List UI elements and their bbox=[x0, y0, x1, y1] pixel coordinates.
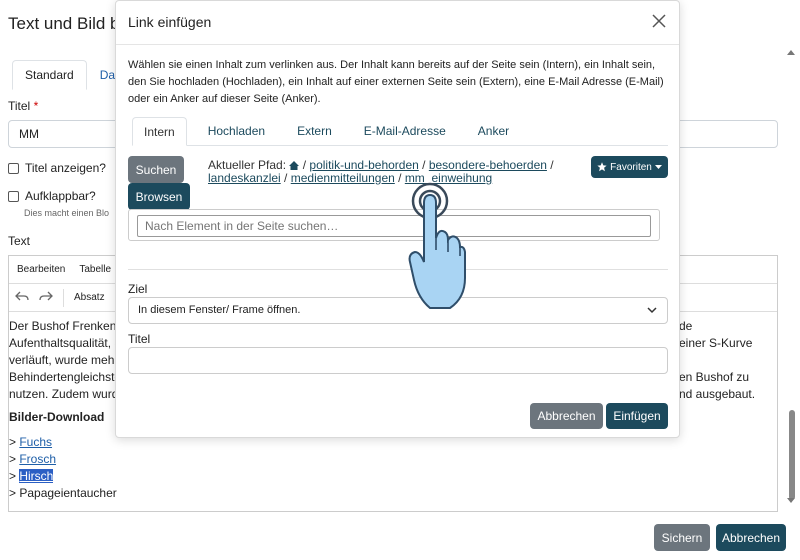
line-text-right: en Bushof zu bbox=[679, 370, 750, 384]
chevron-down-icon bbox=[647, 307, 657, 314]
target-selected-value: In diesem Fenster/ Frame öffnen. bbox=[138, 304, 301, 316]
list-prefix: > bbox=[9, 486, 20, 500]
list-prefix: > bbox=[9, 452, 20, 466]
star-icon bbox=[597, 162, 607, 172]
menu-tabelle[interactable]: Tabelle bbox=[79, 264, 111, 275]
show-title-label: Titel anzeigen? bbox=[25, 161, 106, 175]
dialog-title: Link einfügen bbox=[128, 14, 212, 30]
dialog-cancel-button[interactable]: Abbrechen bbox=[530, 403, 603, 429]
line-text-left: Der Bushof Frenkendo bbox=[9, 319, 130, 333]
download-item: > Frosch bbox=[9, 451, 777, 468]
breadcrumb: Aktueller Pfad: / politik-und-behorden /… bbox=[208, 158, 554, 185]
download-text-papageientaucher: Papageientaucher bbox=[19, 486, 117, 500]
download-link-fuchs[interactable]: Fuchs bbox=[19, 435, 52, 449]
tab-anker[interactable]: Anker bbox=[467, 117, 520, 146]
search-panel bbox=[128, 209, 660, 241]
undo-icon[interactable] bbox=[15, 290, 29, 305]
line-text-right: einer S-Kurve bbox=[679, 336, 753, 350]
scroll-down-arrow[interactable] bbox=[787, 498, 795, 503]
target-label: Ziel bbox=[128, 282, 148, 296]
line-text-left: nutzen. Zudem wurde bbox=[9, 387, 126, 401]
download-item: > Papageientaucher bbox=[9, 485, 777, 502]
dialog-header: Link einfügen bbox=[116, 1, 679, 45]
tab-intern[interactable]: Intern bbox=[132, 117, 187, 146]
insert-button[interactable]: Einfügen bbox=[606, 403, 668, 429]
insert-link-dialog: Link einfügen Wählen sie einen Inhalt zu… bbox=[115, 0, 680, 438]
page-scrollbar[interactable] bbox=[786, 50, 796, 505]
line-text-right: nd ausgebaut. bbox=[679, 387, 756, 401]
collapsible-checkbox[interactable]: Aufklappbar? bbox=[8, 189, 96, 203]
tab-standard[interactable]: Standard bbox=[12, 60, 87, 90]
download-item: > Hirsch bbox=[9, 468, 777, 485]
required-marker: * bbox=[33, 99, 39, 113]
page-title: Text und Bild b bbox=[8, 14, 120, 33]
download-link-hirsch-selected[interactable]: Hirsch bbox=[19, 469, 54, 483]
home-icon[interactable] bbox=[289, 161, 300, 170]
line-text-left: Aufenthaltsqualität, S bbox=[9, 336, 123, 350]
link-title-input[interactable] bbox=[128, 347, 668, 374]
block-format-select[interactable]: Absatz bbox=[74, 292, 105, 303]
redo-icon[interactable] bbox=[39, 290, 53, 305]
caret-down-icon bbox=[654, 165, 662, 169]
scrollbar-thumb[interactable] bbox=[789, 410, 795, 500]
collapsible-label: Aufklappbar? bbox=[25, 189, 96, 203]
title-label-text: Titel bbox=[8, 99, 31, 113]
page-cancel-button[interactable]: Abbrechen bbox=[716, 524, 786, 551]
show-title-checkbox[interactable]: Titel anzeigen? bbox=[8, 161, 106, 175]
pointer-hand-icon bbox=[408, 182, 466, 309]
section-divider bbox=[128, 269, 668, 270]
dialog-description: Wählen sie einen Inhalt zum verlinken au… bbox=[128, 59, 664, 105]
breadcrumb-link[interactable]: besondere-behoerden bbox=[429, 158, 547, 172]
line-text-right: de bbox=[679, 319, 693, 333]
download-link-frosch[interactable]: Frosch bbox=[19, 452, 56, 466]
title-field-label: Titel * bbox=[8, 99, 38, 113]
link-type-tabs: Intern Hochladen Extern E-Mail-Adresse A… bbox=[132, 117, 668, 146]
line-text-left: verläuft, wurde mehr P bbox=[9, 353, 130, 367]
tab-extern[interactable]: Extern bbox=[286, 117, 343, 146]
checkbox-box[interactable] bbox=[8, 162, 19, 174]
menu-bearbeiten[interactable]: Bearbeiten bbox=[17, 264, 65, 275]
checkbox-box[interactable] bbox=[8, 190, 19, 202]
element-search-input[interactable] bbox=[137, 215, 651, 237]
breadcrumb-link[interactable]: landeskanzlei bbox=[208, 171, 281, 185]
favorites-dropdown-button[interactable]: Favoriten bbox=[591, 156, 668, 178]
close-icon[interactable] bbox=[651, 13, 667, 29]
path-label: Aktueller Pfad: bbox=[208, 158, 287, 172]
list-prefix: > bbox=[9, 469, 20, 483]
save-button[interactable]: Sichern bbox=[654, 524, 710, 551]
browse-mode-button[interactable]: Browsen bbox=[128, 183, 190, 210]
text-label: Text bbox=[8, 234, 31, 248]
tab-hochladen[interactable]: Hochladen bbox=[197, 117, 276, 146]
link-title-label: Titel bbox=[128, 332, 151, 346]
favorites-label: Favoriten bbox=[610, 161, 652, 173]
collapsible-hint: Dies macht einen Blo bbox=[24, 208, 110, 218]
toolbar-divider bbox=[63, 288, 64, 307]
breadcrumb-link[interactable]: politik-und-behorden bbox=[309, 158, 418, 172]
list-prefix: > bbox=[9, 435, 20, 449]
tab-email[interactable]: E-Mail-Adresse bbox=[353, 117, 457, 146]
line-text-left: Behindertengleichstel bbox=[9, 370, 124, 384]
target-select[interactable]: In diesem Fenster/ Frame öffnen. bbox=[128, 297, 668, 324]
breadcrumb-link[interactable]: medienmitteilungen bbox=[291, 171, 395, 185]
search-mode-button[interactable]: Suchen bbox=[128, 156, 184, 183]
scroll-up-arrow[interactable] bbox=[787, 50, 795, 55]
